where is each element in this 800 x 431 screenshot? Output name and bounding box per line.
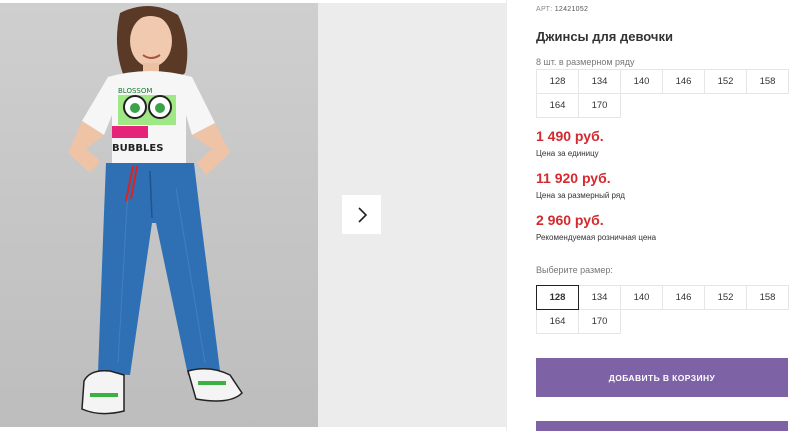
row-price: 11 920 руб. [536, 170, 611, 186]
size-option[interactable]: 146 [662, 285, 705, 310]
next-image-button[interactable] [342, 195, 381, 234]
size-row-grid: 128 134 140 146 152 158 164 170 [536, 69, 792, 118]
add-to-cart-button[interactable]: ДОБАВИТЬ В КОРЗИНУ [536, 358, 788, 397]
size-row-cell: 152 [704, 69, 747, 94]
article-value: 12421052 [554, 6, 589, 13]
size-row-cell: 140 [620, 69, 663, 94]
retail-price-note: Рекомендуемая розничная цена [536, 233, 657, 242]
size-row-cell: 134 [578, 69, 621, 94]
chevron-right-icon [357, 206, 367, 223]
size-option[interactable]: 170 [578, 309, 621, 334]
size-row-cell: 146 [662, 69, 705, 94]
svg-text:BLOSSOM: BLOSSOM [118, 87, 152, 95]
size-option-selected[interactable]: 128 [536, 285, 579, 310]
panel-divider [506, 0, 507, 431]
unit-price: 1 490 руб. [536, 128, 604, 144]
size-row-cell: 158 [746, 69, 789, 94]
size-option[interactable]: 164 [536, 309, 579, 334]
size-row-cell: 170 [578, 93, 621, 118]
row-price-note: Цена за размерный ряд [536, 191, 625, 200]
size-row-caption: 8 шт. в размерном ряду [536, 57, 635, 67]
size-row-cell: 164 [536, 93, 579, 118]
girl-in-jeans-illustration: BUBBLES BLOSSOM [68, 5, 243, 415]
size-option[interactable]: 140 [620, 285, 663, 310]
product-gallery: BUBBLES BLOSSOM [0, 0, 506, 431]
size-row-cell: 128 [536, 69, 579, 94]
size-option[interactable]: 158 [746, 285, 789, 310]
svg-text:BUBBLES: BUBBLES [112, 143, 163, 154]
product-panel: АРТ: 12421052 Джинсы для девочки 8 шт. в… [536, 0, 792, 431]
product-photo[interactable]: BUBBLES BLOSSOM [0, 3, 318, 427]
retail-price: 2 960 руб. [536, 212, 604, 228]
size-selector: 128 134 140 146 152 158 164 170 [536, 285, 792, 334]
choose-size-caption: Выберите размер: [536, 265, 613, 275]
size-option[interactable]: 152 [704, 285, 747, 310]
size-option[interactable]: 134 [578, 285, 621, 310]
secondary-action-button[interactable] [536, 421, 788, 431]
article-label: АРТ: [536, 6, 553, 13]
article-number: АРТ: 12421052 [536, 6, 588, 13]
unit-price-note: Цена за единицу [536, 149, 599, 158]
product-title: Джинсы для девочки [536, 29, 673, 44]
